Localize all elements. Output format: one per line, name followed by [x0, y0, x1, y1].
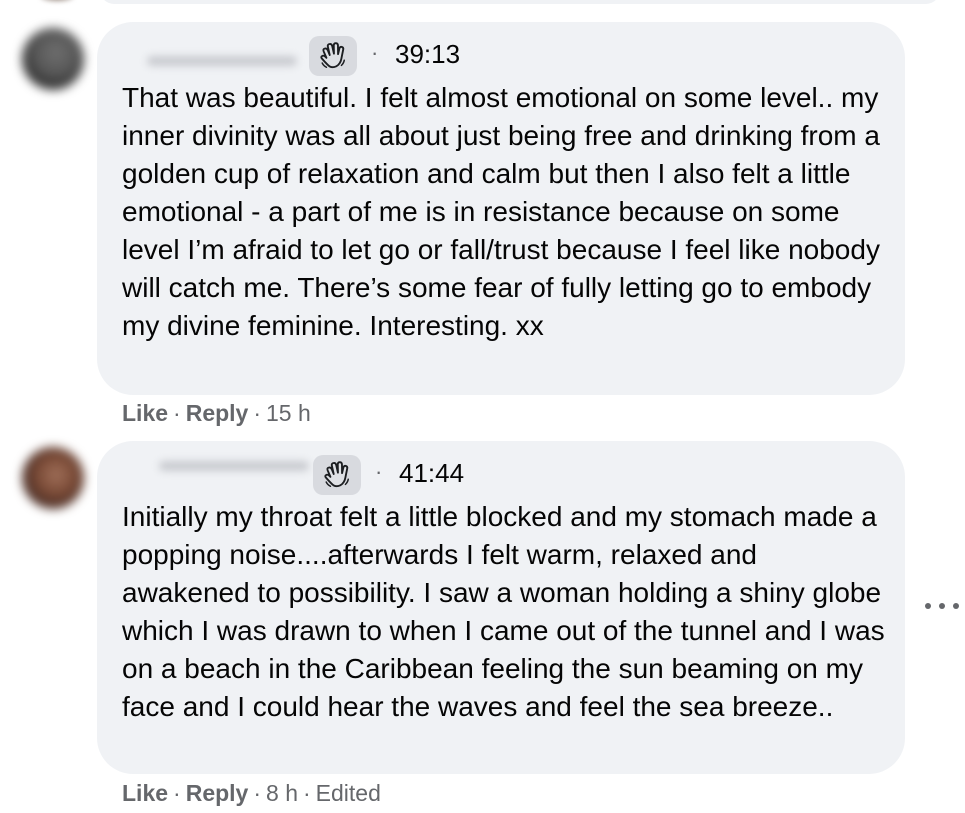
separator-dot: · [173, 400, 181, 426]
video-timestamp[interactable]: 39:13 [395, 39, 460, 70]
separator-dot: · [375, 459, 383, 484]
comment-header: · 41:44 [97, 441, 905, 497]
comment-bubble: · 41:44 Initially my throat felt a littl… [97, 441, 905, 774]
waving-hand-badge [309, 36, 357, 76]
comment-header: · 39:13 [97, 22, 905, 78]
comment-actions: Like · Reply · 15 h [122, 400, 311, 427]
avatar[interactable] [22, 28, 84, 90]
author-name[interactable] [147, 56, 297, 66]
more-options-button[interactable] [925, 596, 959, 616]
comment-text: That was beautiful. I felt almost emotio… [122, 82, 880, 341]
previous-comment-avatar [40, 0, 74, 2]
comment-text: Initially my throat felt a little blocke… [122, 501, 885, 722]
comment-bubble: · 39:13 That was beautiful. I felt almos… [97, 22, 905, 395]
separator-dot: · [253, 780, 262, 806]
like-button[interactable]: Like [122, 780, 168, 806]
waving-hand-icon [324, 461, 349, 488]
author-name[interactable] [159, 461, 309, 471]
more-dot [939, 603, 945, 609]
separator-dot: · [253, 400, 262, 426]
comment-actions: Like · Reply · 8 h · Edited [122, 780, 381, 807]
more-dot [953, 603, 959, 609]
waving-hand-icon [320, 42, 345, 69]
avatar[interactable] [22, 447, 84, 509]
comment-age[interactable]: 8 h [266, 780, 298, 806]
separator-dot: · [173, 780, 181, 806]
like-button[interactable]: Like [122, 400, 168, 426]
comment-age[interactable]: 15 h [266, 400, 311, 426]
reply-button[interactable]: Reply [186, 780, 249, 806]
separator-dot: · [371, 40, 379, 65]
reply-button[interactable]: Reply [186, 400, 249, 426]
previous-comment-bubble [100, 0, 940, 4]
edited-label[interactable]: Edited [316, 780, 381, 806]
more-dot [925, 603, 931, 609]
separator-dot: · [303, 780, 311, 806]
video-timestamp[interactable]: 41:44 [399, 458, 464, 489]
waving-hand-badge [313, 455, 361, 495]
